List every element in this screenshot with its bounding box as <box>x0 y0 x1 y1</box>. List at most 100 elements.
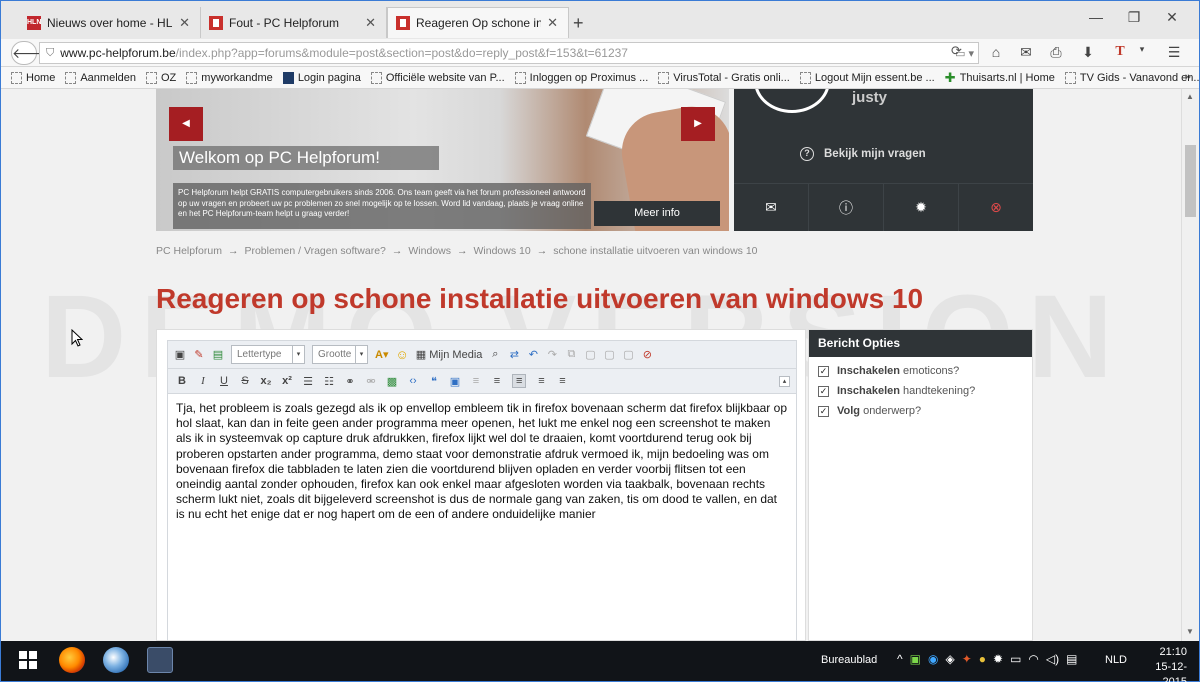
align-center-icon[interactable]: ≡ <box>535 375 547 387</box>
bookmark-myworkandme[interactable]: myworkandme <box>186 71 279 84</box>
numbered-list-icon[interactable]: ☷ <box>323 375 335 388</box>
bookmark-officiele[interactable]: Officiële website van P... <box>370 71 511 84</box>
binoculars-icon[interactable]: ⌕ <box>489 348 501 361</box>
new-tab-button[interactable]: + <box>573 13 584 34</box>
breadcrumb-item[interactable]: Problemen / Vragen software? <box>244 245 385 257</box>
breadcrumb-item[interactable]: Windows <box>408 245 451 257</box>
avatar[interactable] <box>754 89 830 113</box>
option-signature[interactable]: ✓ Inschakelen handtekening? <box>818 385 1032 397</box>
checkbox-checked[interactable]: ✓ <box>818 365 829 377</box>
quote-icon[interactable]: ❝ <box>428 375 440 388</box>
meer-info-button[interactable]: Meer info <box>594 201 720 226</box>
media-button[interactable]: ▦ Mijn Media <box>416 348 483 361</box>
size-select[interactable]: Grootte ▾ <box>312 345 368 364</box>
scroll-thumb[interactable] <box>1185 145 1196 217</box>
italic-button[interactable]: I <box>197 375 209 387</box>
clock[interactable]: 21:10 15-12-2015 <box>1135 645 1187 682</box>
thunderbird-icon[interactable] <box>103 647 129 673</box>
bookmark-oz[interactable]: OZ <box>146 71 182 84</box>
desktop-toolbar[interactable]: Bureaublad <box>821 654 877 666</box>
bookmark-virustotal[interactable]: VirusTotal - Gratis onli... <box>658 71 796 84</box>
scroll-down-icon[interactable]: ▼ <box>1186 627 1194 636</box>
home-icon[interactable]: ⌂ <box>985 44 1007 60</box>
volume-icon[interactable]: ◁) <box>1046 652 1059 666</box>
source-icon[interactable]: ▣ <box>174 348 186 361</box>
checkbox-checked[interactable]: ✓ <box>818 385 829 397</box>
undo-icon[interactable]: ↶ <box>527 348 539 361</box>
tab-reageren[interactable]: Reageren Op schone insta... ✕ <box>387 7 569 38</box>
close-icon[interactable]: ✕ <box>365 15 376 31</box>
language-indicator[interactable]: NLD <box>1105 654 1127 666</box>
paste-text-icon[interactable]: ▢ <box>603 348 615 361</box>
reload-icon[interactable]: ⟳ <box>951 43 962 59</box>
menu-icon[interactable]: ☰ <box>1163 44 1185 61</box>
bookmark-proximus[interactable]: Inloggen op Proximus ... <box>514 71 655 84</box>
scroll-up-icon[interactable]: ▲ <box>1186 92 1194 101</box>
spoiler-icon[interactable]: ▣ <box>449 375 461 388</box>
close-icon[interactable]: ✕ <box>179 15 190 31</box>
paste-word-icon[interactable]: ▢ <box>622 348 634 361</box>
unlink-icon[interactable]: ⚮ <box>365 375 377 388</box>
tab-fout[interactable]: Fout - PC Helpforum ✕ <box>201 7 387 38</box>
breadcrumb-item[interactable]: Windows 10 <box>474 245 531 257</box>
t-addon-icon[interactable]: T <box>1109 44 1131 60</box>
mail-icon[interactable]: ✉ <box>1015 44 1037 61</box>
underline-button[interactable]: U <box>218 375 230 387</box>
option-follow[interactable]: ✓ Volg onderwerp? <box>818 405 1032 417</box>
print-icon[interactable]: ⎙ <box>1045 44 1067 61</box>
banner-prev-button[interactable]: ◀ <box>169 107 203 141</box>
align-justify-icon[interactable]: ≡ <box>512 374 527 388</box>
bold-button[interactable]: B <box>176 375 188 387</box>
gear-icon[interactable]: ✹ <box>993 652 1003 666</box>
tray-app-icon[interactable]: ▣ <box>910 652 921 666</box>
battery-icon[interactable]: ▭ <box>1010 652 1021 666</box>
bookmark-tvgids[interactable]: TV Gids - Vanavond en... <box>1064 71 1199 84</box>
superscript-button[interactable]: x² <box>281 375 293 387</box>
firefox-icon[interactable] <box>59 647 85 673</box>
bookmark-thuisarts[interactable]: ✚ Thuisarts.nl | Home <box>945 71 1061 84</box>
action-center-icon[interactable]: ▤ <box>1066 652 1077 666</box>
wifi-icon[interactable]: ◠ <box>1028 652 1038 666</box>
font-color-icon[interactable]: A▾ <box>375 348 388 361</box>
minimize-icon[interactable]: — <box>1081 9 1111 25</box>
breadcrumb-item[interactable]: schone installatie uitvoeren van windows… <box>553 245 757 257</box>
editor-textarea[interactable]: Tja, het probleem is zoals gezegd als ik… <box>167 394 797 641</box>
notifications-button[interactable]: ⓘ <box>809 184 884 231</box>
app-icon[interactable] <box>147 647 173 673</box>
tab-hln[interactable]: HLN Nieuws over home - HLN.... ✕ <box>19 7 201 38</box>
maximize-icon[interactable]: ❐ <box>1119 9 1149 26</box>
eraser-icon[interactable]: ✎ <box>193 348 205 361</box>
spellcheck-icon[interactable]: ⊘ <box>641 348 653 361</box>
window-close-icon[interactable]: ✕ <box>1157 9 1187 26</box>
logout-button[interactable]: ⊗ <box>959 184 1033 231</box>
username[interactable]: justy <box>852 89 887 106</box>
tray-app-icon[interactable]: ◈ <box>945 652 954 666</box>
windows-start-icon[interactable] <box>19 651 37 669</box>
collapse-toolbar-icon[interactable]: ▴ <box>779 375 790 387</box>
emoticon-icon[interactable]: ☺ <box>395 347 408 362</box>
bullet-list-icon[interactable]: ☰ <box>302 375 314 388</box>
align-right-icon[interactable]: ≡ <box>556 375 568 387</box>
download-icon[interactable]: ⬇ <box>1077 44 1099 61</box>
back-button[interactable]: 🡐 <box>11 41 50 65</box>
tray-app-icon[interactable]: ● <box>979 652 986 666</box>
font-select[interactable]: Lettertype ▾ <box>231 345 305 364</box>
subscript-button[interactable]: x₂ <box>260 375 272 387</box>
bookmark-login[interactable]: Login pagina <box>282 71 367 84</box>
redo-icon[interactable]: ↷ <box>546 348 558 361</box>
bookmarks-overflow-button[interactable]: » <box>1185 71 1191 83</box>
indent-icon[interactable]: ≡ <box>470 375 482 387</box>
checkbox-checked[interactable]: ✓ <box>818 405 829 417</box>
strikethrough-button[interactable]: S <box>239 375 251 387</box>
page-scrollbar[interactable]: ▲ ▼ <box>1181 89 1199 641</box>
chevron-up-icon[interactable]: ^ <box>897 652 903 666</box>
replace-icon[interactable]: ⇄ <box>508 348 520 361</box>
copy-icon[interactable]: ⧉ <box>565 348 577 361</box>
bookmark-home[interactable]: Home <box>11 71 61 84</box>
breadcrumb-item[interactable]: PC Helpforum <box>156 245 222 257</box>
url-bar[interactable]: ⛉ www.pc-helpforum.be/index.php?app=foru… <box>39 42 979 64</box>
my-questions-link[interactable]: ? Bekijk mijn vragen <box>800 147 926 161</box>
bookmark-aanmelden[interactable]: Aanmelden <box>65 71 142 84</box>
messages-button[interactable]: ✉ <box>734 184 809 231</box>
image-icon[interactable]: ▩ <box>386 375 398 388</box>
